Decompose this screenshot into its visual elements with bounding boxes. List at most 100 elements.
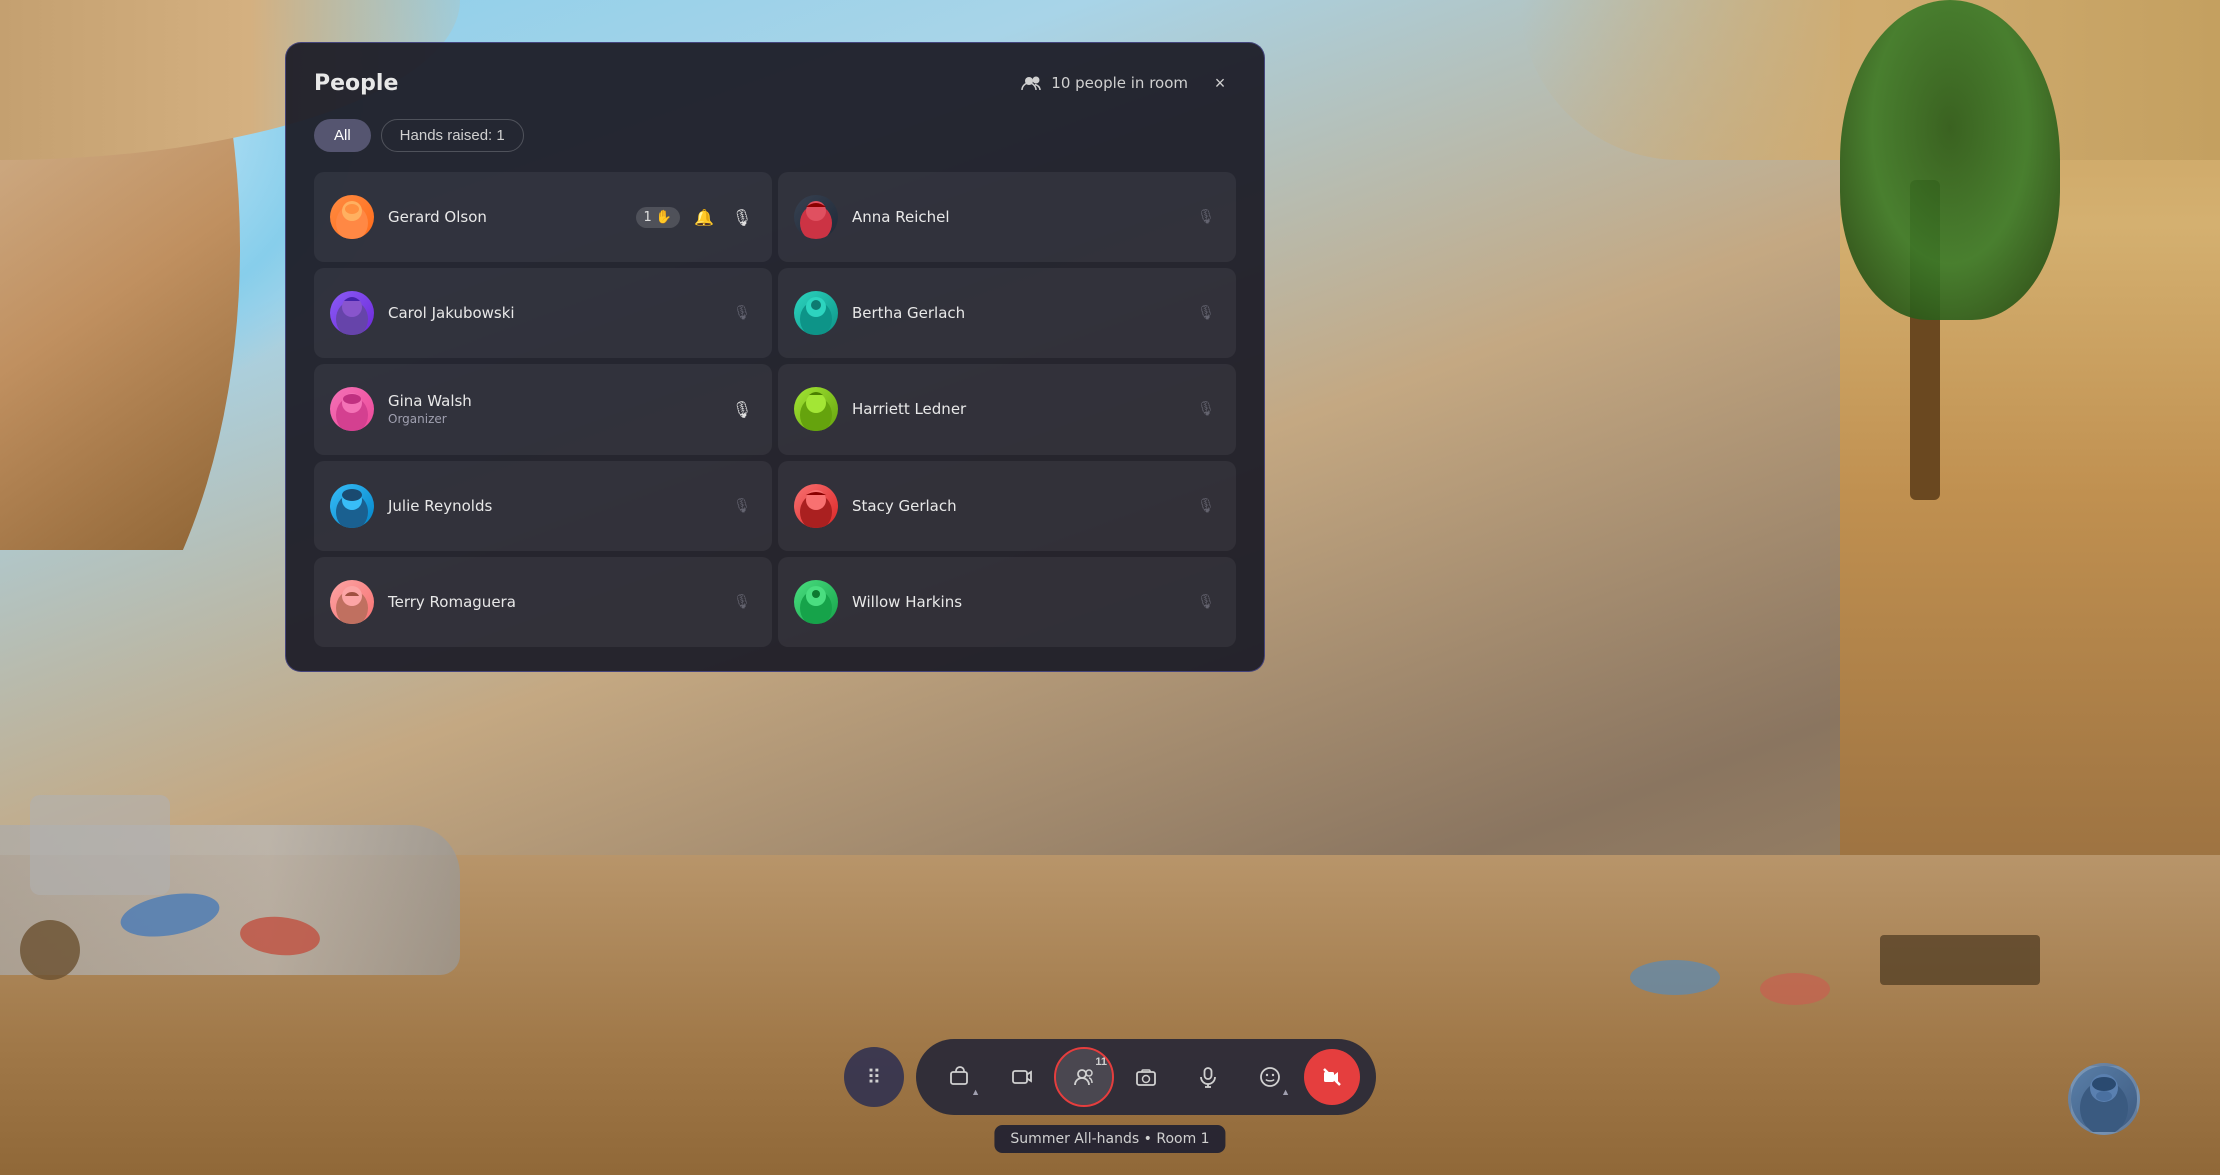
share-button[interactable]: ▲	[932, 1049, 988, 1105]
person-card-bertha[interactable]: Bertha Gerlach 🎙	[778, 268, 1236, 358]
person-info-stacy: Stacy Gerlach	[852, 497, 1178, 515]
share-icon	[949, 1066, 971, 1088]
person-card-carol[interactable]: Carol Jakubowski 🎙	[314, 268, 772, 358]
camera-icon	[1135, 1066, 1157, 1088]
video-icon	[1011, 1066, 1033, 1088]
mic-icon-gerard[interactable]: 🎙	[728, 203, 756, 231]
person-role-gina: Organizer	[388, 412, 714, 426]
filter-tabs: All Hands raised: 1	[314, 119, 1236, 152]
people-group-icon	[1021, 75, 1043, 91]
person-card-julie[interactable]: Julie Reynolds 🎙	[314, 461, 772, 551]
bell-icon-gerard[interactable]: 🔔	[690, 203, 718, 231]
mic-muted-icon-bertha[interactable]: 🎙	[1192, 299, 1220, 327]
people-count-text: 10 people in room	[1051, 74, 1188, 92]
person-card-stacy[interactable]: Stacy Gerlach 🎙	[778, 461, 1236, 551]
person-info-harriett: Harriett Ledner	[852, 400, 1178, 418]
person-name-bertha: Bertha Gerlach	[852, 304, 1178, 322]
person-actions-stacy: 🎙	[1192, 492, 1220, 520]
person-info-anna: Anna Reichel	[852, 208, 1178, 226]
person-name-carol: Carol Jakubowski	[388, 304, 714, 322]
person-name-stacy: Stacy Gerlach	[852, 497, 1178, 515]
hand-badge-gerard: 1 ✋	[636, 207, 680, 228]
people-icon	[1073, 1067, 1095, 1087]
hand-emoji: ✋	[656, 210, 672, 225]
tab-hands-raised[interactable]: Hands raised: 1	[381, 119, 524, 152]
apps-button[interactable]: ⠿	[844, 1047, 904, 1107]
person-actions-terry: 🎙	[728, 588, 756, 616]
person-card-willow[interactable]: Willow Harkins 🎙	[778, 557, 1236, 647]
person-info-gerard: Gerard Olson	[388, 208, 622, 226]
avatar-current-user	[2074, 1066, 2134, 1132]
mic-icon-gina[interactable]: 🎙	[728, 395, 756, 423]
avatar-img-gina	[332, 387, 372, 431]
mic-muted-icon-anna[interactable]: 🎙	[1192, 203, 1220, 231]
person-name-terry: Terry Romaguera	[388, 593, 714, 611]
person-info-julie: Julie Reynolds	[388, 497, 714, 515]
people-count-toolbar: 11	[1095, 1056, 1107, 1068]
mic-muted-icon-carol[interactable]: 🎙	[728, 299, 756, 327]
cushion-red-right	[1760, 973, 1830, 1005]
emoji-chevron: ▲	[1281, 1087, 1290, 1097]
avatar-img-willow	[796, 580, 836, 624]
toolbar-pill: ▲ 11	[916, 1039, 1376, 1115]
hand-count: 1	[644, 210, 652, 225]
person-name-julie: Julie Reynolds	[388, 497, 714, 515]
person-card-gerard[interactable]: Gerard Olson 1 ✋ 🔔 🎙	[314, 172, 772, 262]
person-card-terry[interactable]: Terry Romaguera 🎙	[314, 557, 772, 647]
toolbar: ⠿ ▲ 11	[844, 1039, 1376, 1115]
person-card-gina[interactable]: Gina Walsh Organizer 🎙	[314, 364, 772, 454]
person-card-anna[interactable]: Anna Reichel 🎙	[778, 172, 1236, 262]
share-chevron: ▲	[971, 1087, 980, 1097]
person-card-harriett[interactable]: Harriett Ledner 🎙	[778, 364, 1236, 454]
person-actions-gerard: 1 ✋ 🔔 🎙	[636, 203, 756, 231]
mic-muted-icon-terry[interactable]: 🎙	[728, 588, 756, 616]
avatar-img-harriett	[796, 387, 836, 431]
panel-header: People 10 people in room ×	[314, 67, 1236, 99]
avatar-julie	[330, 484, 374, 528]
bg-table	[20, 920, 80, 980]
grid-icon: ⠿	[867, 1065, 882, 1090]
end-button[interactable]	[1304, 1049, 1360, 1105]
avatar-gerard	[330, 195, 374, 239]
person-actions-gina: 🎙	[728, 395, 756, 423]
close-button[interactable]: ×	[1204, 67, 1236, 99]
video-button[interactable]	[994, 1049, 1050, 1105]
tab-all[interactable]: All	[314, 119, 371, 152]
camera-button[interactable]	[1118, 1049, 1174, 1105]
avatar-willow	[794, 580, 838, 624]
people-button[interactable]: 11	[1056, 1049, 1112, 1105]
tree-canopy	[1840, 0, 2060, 320]
person-name-gina: Gina Walsh	[388, 392, 714, 410]
person-info-willow: Willow Harkins	[852, 593, 1178, 611]
avatar-carol	[330, 291, 374, 335]
avatar-stacy	[794, 484, 838, 528]
person-info-terry: Terry Romaguera	[388, 593, 714, 611]
mic-muted-icon-stacy[interactable]: 🎙	[1192, 492, 1220, 520]
bg-sofa-back	[30, 795, 170, 895]
people-grid: Gerard Olson 1 ✋ 🔔 🎙 Anna R	[314, 172, 1236, 647]
panel-title: People	[314, 71, 398, 96]
people-panel: People 10 people in room × All Hands rai…	[285, 42, 1265, 672]
current-user-avatar[interactable]	[2068, 1063, 2140, 1135]
person-info-carol: Carol Jakubowski	[388, 304, 714, 322]
mic-muted-icon-harriett[interactable]: 🎙	[1192, 395, 1220, 423]
person-name-anna: Anna Reichel	[852, 208, 1178, 226]
person-name-gerard: Gerard Olson	[388, 208, 622, 226]
avatar-img-terry	[332, 580, 372, 624]
emoji-icon	[1259, 1066, 1281, 1088]
avatar-img-anna	[796, 195, 836, 239]
mic-muted-icon-willow[interactable]: 🎙	[1192, 588, 1220, 616]
person-info-gina: Gina Walsh Organizer	[388, 392, 714, 426]
panel-header-right: 10 people in room ×	[1021, 67, 1236, 99]
person-actions-harriett: 🎙	[1192, 395, 1220, 423]
people-count-badge: 10 people in room	[1021, 74, 1188, 92]
avatar-harriett	[794, 387, 838, 431]
person-name-harriett: Harriett Ledner	[852, 400, 1178, 418]
mic-button[interactable]	[1180, 1049, 1236, 1105]
person-actions-carol: 🎙	[728, 299, 756, 327]
emoji-button[interactable]: ▲	[1242, 1049, 1298, 1105]
mic-muted-icon-julie[interactable]: 🎙	[728, 492, 756, 520]
avatar-img-gerard	[332, 195, 372, 239]
avatar-terry	[330, 580, 374, 624]
avatar-img-carol	[332, 291, 372, 335]
